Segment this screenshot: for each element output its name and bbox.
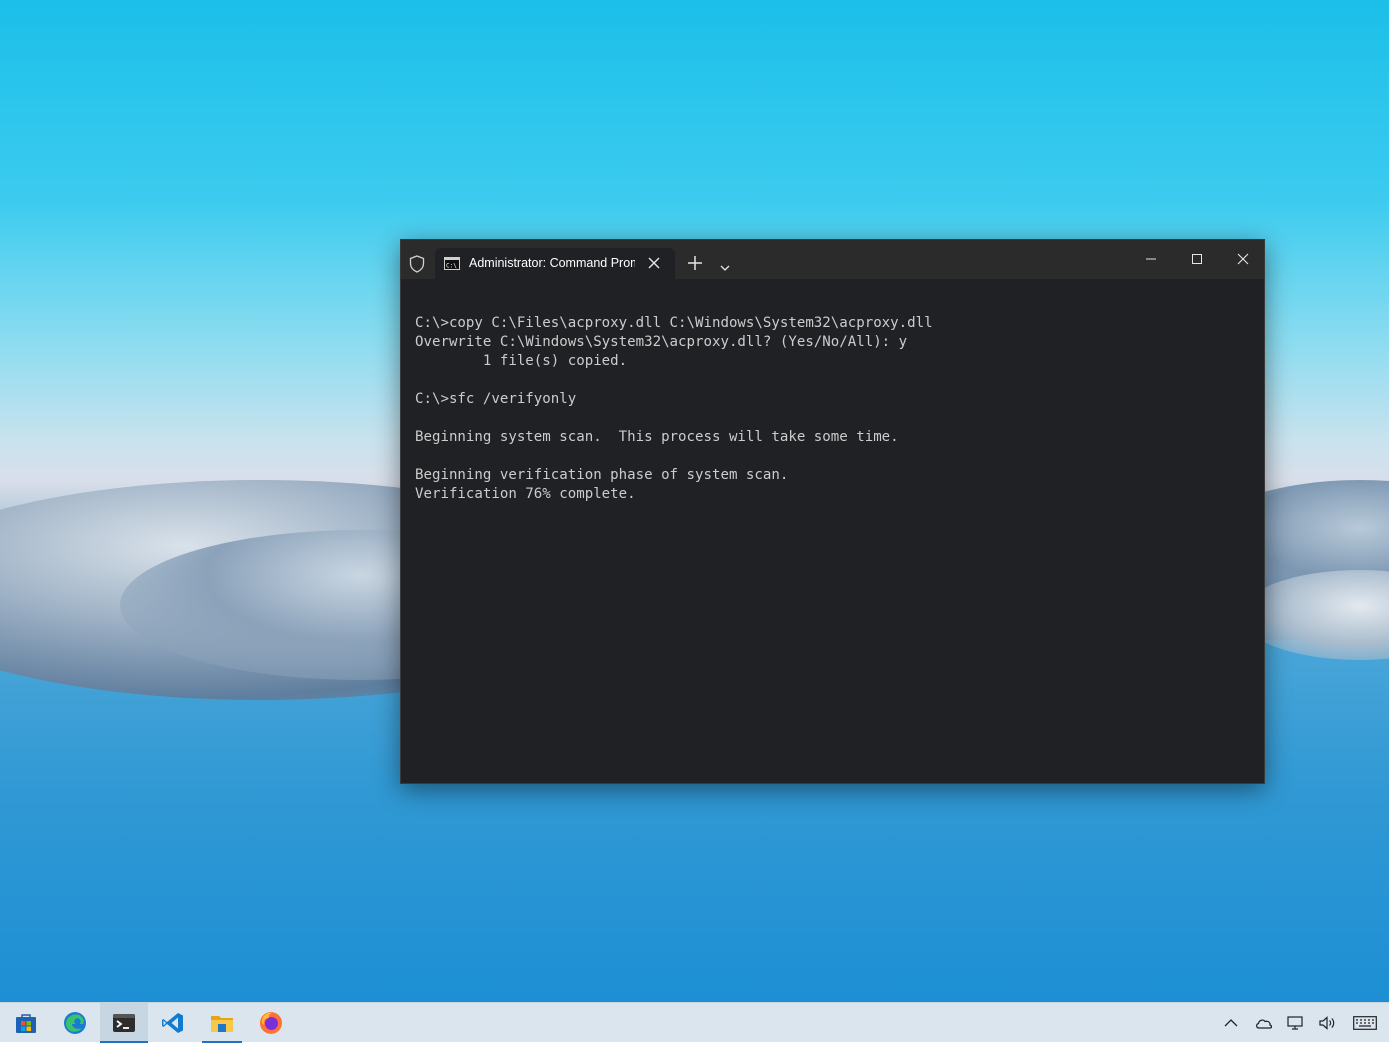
console-line: Overwrite C:\Windows\System32\acproxy.dl… bbox=[415, 334, 908, 350]
console-line: Beginning verification phase of system s… bbox=[415, 467, 789, 483]
chevron-up-icon bbox=[1224, 1019, 1238, 1027]
svg-text:C:\: C:\ bbox=[446, 263, 457, 270]
console-line: C:\>copy C:\Files\acproxy.dll C:\Windows… bbox=[415, 315, 933, 331]
minimize-button[interactable] bbox=[1128, 240, 1174, 279]
console-output[interactable]: C:\>copy C:\Files\acproxy.dll C:\Windows… bbox=[415, 314, 1255, 504]
shield-icon bbox=[409, 255, 425, 273]
taskbar-terminal-button[interactable] bbox=[100, 1003, 148, 1043]
console-line: C:\>sfc /verifyonly bbox=[415, 391, 577, 407]
console-line: Verification 76% complete. bbox=[415, 486, 636, 502]
taskbar-edge-button[interactable] bbox=[51, 1003, 99, 1043]
taskbar-firefox-button[interactable] bbox=[247, 1003, 295, 1043]
folder-icon bbox=[210, 1011, 234, 1035]
console-line: Beginning system scan. This process will… bbox=[415, 429, 899, 445]
volume-icon bbox=[1319, 1016, 1335, 1030]
chevron-down-icon[interactable] bbox=[719, 259, 731, 271]
maximize-button[interactable] bbox=[1174, 240, 1220, 279]
taskbar-store-button[interactable] bbox=[2, 1003, 50, 1043]
maximize-icon bbox=[1192, 254, 1202, 264]
taskbar-vscode-button[interactable] bbox=[149, 1003, 197, 1043]
store-icon bbox=[14, 1011, 38, 1035]
tray-keyboard-button[interactable] bbox=[1346, 1003, 1380, 1043]
new-tab-plus-icon[interactable] bbox=[687, 255, 703, 271]
tab-title: Administrator: Command Prompt bbox=[469, 256, 635, 270]
network-icon bbox=[1287, 1016, 1303, 1030]
firefox-icon bbox=[259, 1011, 283, 1035]
terminal-icon bbox=[112, 1011, 136, 1035]
taskbar bbox=[0, 1002, 1389, 1043]
close-window-button[interactable] bbox=[1220, 240, 1266, 279]
close-tab-icon[interactable] bbox=[647, 256, 661, 270]
vscode-icon bbox=[161, 1011, 185, 1035]
minimize-icon bbox=[1146, 258, 1156, 260]
cmd-icon: C:\ bbox=[444, 257, 460, 270]
taskbar-file-explorer-button[interactable] bbox=[198, 1003, 246, 1043]
edge-icon bbox=[63, 1011, 87, 1035]
console-line: 1 file(s) copied. bbox=[415, 353, 628, 369]
tray-network-button[interactable] bbox=[1280, 1003, 1310, 1043]
keyboard-icon bbox=[1353, 1016, 1377, 1030]
onedrive-icon bbox=[1256, 1019, 1273, 1029]
tray-volume-button[interactable] bbox=[1312, 1003, 1342, 1043]
tab-command-prompt[interactable]: C:\ Administrator: Command Prompt bbox=[435, 248, 675, 280]
close-icon bbox=[1237, 253, 1249, 265]
terminal-window[interactable]: C:\ Administrator: Command Prompt C:\>co… bbox=[400, 239, 1265, 784]
tray-onedrive-button[interactable] bbox=[1248, 1003, 1278, 1043]
tray-show-hidden-button[interactable] bbox=[1216, 1003, 1246, 1043]
title-bar[interactable]: C:\ Administrator: Command Prompt bbox=[401, 240, 1266, 280]
